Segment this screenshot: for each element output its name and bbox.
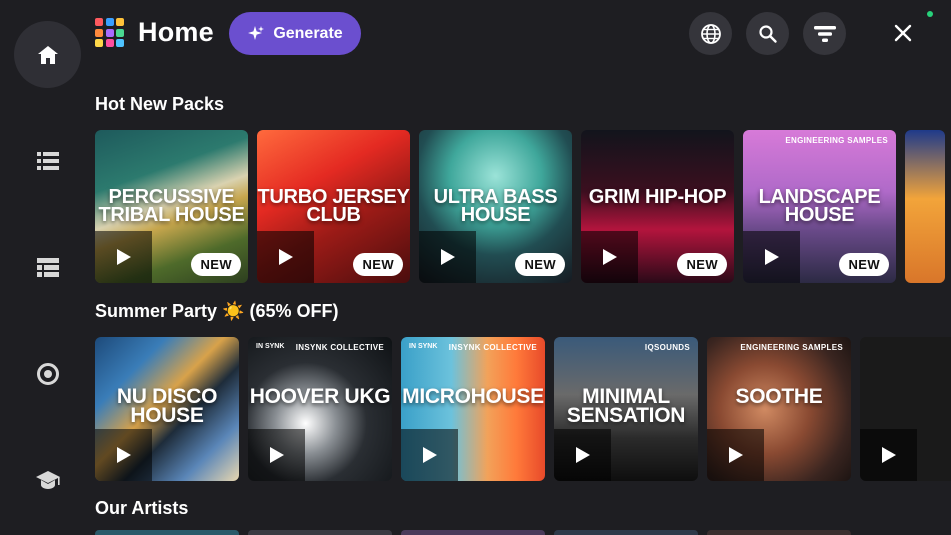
logo-square	[116, 39, 124, 47]
pack-card[interactable]: IQSOUNDS MINIMAL SENSATION	[554, 337, 698, 481]
section-title-our-artists: Our Artists	[95, 498, 189, 518]
play-button[interactable]	[707, 429, 764, 481]
logo-square	[105, 39, 114, 47]
brand-logo: IN SYNK	[409, 343, 438, 350]
globe-icon	[700, 23, 721, 44]
brand-tag: ENGINEERING SAMPLES	[740, 343, 843, 352]
brand-tag: INSYNK COLLECTIVE	[448, 343, 537, 352]
play-button[interactable]	[743, 231, 800, 283]
play-button[interactable]	[419, 231, 476, 283]
our-artists-row	[95, 530, 951, 535]
home-icon	[37, 45, 58, 64]
pack-card[interactable]: ENGINEERING SAMPLES LANDSCAPE HOUSE NEW	[743, 130, 896, 283]
new-badge: NEW	[677, 253, 727, 276]
brand-tag: IQSOUNDS	[644, 343, 690, 352]
pack-card[interactable]: IN SYNK INSYNK COLLECTIVE MICROHOUSE	[401, 337, 545, 481]
play-icon	[575, 447, 590, 463]
play-button[interactable]	[581, 231, 638, 283]
pack-card[interactable]: TURBO JERSEY CLUB NEW	[257, 130, 410, 283]
play-button[interactable]	[554, 429, 611, 481]
pack-card[interactable]	[860, 337, 951, 481]
pack-title: MICROHOUSE	[402, 385, 544, 408]
summer-party-row: NU DISCO HOUSE IN SYNK INSYNK COLLECTIVE HO…	[95, 337, 951, 481]
pack-card[interactable]: ENGINEERING SAMPLES SOOTHE	[707, 337, 851, 481]
play-icon	[602, 249, 617, 265]
play-icon	[422, 447, 437, 463]
play-icon	[728, 447, 743, 463]
filter-button[interactable]	[803, 12, 846, 55]
play-icon	[440, 249, 455, 265]
logo-square	[95, 28, 103, 37]
logo-square	[116, 28, 124, 37]
pack-title: PERCUSSIVE TRIBAL HOUSE	[98, 186, 245, 227]
play-button[interactable]	[401, 429, 458, 481]
sidebar-item-target[interactable]	[28, 354, 68, 394]
new-badge: NEW	[839, 253, 889, 276]
sidebar-item-list[interactable]	[28, 141, 68, 181]
play-button[interactable]	[248, 429, 305, 481]
new-badge: NEW	[515, 253, 565, 276]
logo-square	[105, 28, 114, 37]
brand-tag: INSYNK COLLECTIVE	[295, 343, 384, 352]
new-badge: NEW	[353, 253, 403, 276]
status-indicator	[927, 11, 933, 17]
generate-button[interactable]: Generate	[229, 12, 361, 55]
pack-title: SOOTHE	[735, 385, 823, 408]
list-icon	[37, 152, 59, 170]
pack-title: GRIM HIP-HOP	[588, 186, 727, 208]
logo-square	[105, 18, 114, 26]
pack-title: NU DISCO HOUSE	[116, 385, 218, 428]
table-list-icon	[37, 258, 59, 277]
section-title-hot-new-packs: Hot New Packs	[95, 94, 225, 114]
logo-square	[95, 39, 103, 47]
play-button[interactable]	[860, 429, 917, 481]
pack-card[interactable]: IN SYNK INSYNK COLLECTIVE HOOVER UKG	[248, 337, 392, 481]
sidebar-item-browse[interactable]	[28, 248, 68, 288]
app-logo	[95, 18, 124, 47]
play-icon	[269, 447, 284, 463]
sparkle-icon	[248, 25, 265, 40]
sidebar-item-home[interactable]	[14, 21, 81, 88]
sidebar	[0, 0, 95, 535]
sidebar-item-learn[interactable]	[28, 460, 68, 500]
pack-title: MINIMAL SENSATION	[566, 385, 686, 428]
page-title: Home	[138, 17, 214, 47]
brand-logo: IN SYNK	[256, 343, 285, 350]
play-button[interactable]	[95, 231, 152, 283]
filter-icon	[813, 25, 836, 42]
pack-title: LANDSCAPE HOUSE	[758, 186, 881, 227]
section-title-summer-party: Summer Party ☀️ (65% OFF)	[95, 301, 339, 321]
play-icon	[764, 249, 779, 265]
play-icon	[881, 447, 896, 463]
search-icon	[758, 24, 777, 43]
pack-card[interactable]: ULTRA BASS HOUSE NEW	[419, 130, 572, 283]
pack-card[interactable]: NU DISCO HOUSE	[95, 337, 239, 481]
pack-card[interactable]: GRIM HIP-HOP NEW	[581, 130, 734, 283]
brand-tag: ENGINEERING SAMPLES	[785, 136, 888, 145]
pack-card-partial[interactable]	[905, 130, 945, 283]
play-icon	[116, 447, 131, 463]
play-button[interactable]	[257, 231, 314, 283]
play-icon	[278, 249, 293, 265]
pack-card[interactable]: PERCUSSIVE TRIBAL HOUSE NEW	[95, 130, 248, 283]
pack-title: TURBO JERSEY CLUB	[257, 186, 410, 227]
close-icon	[894, 24, 912, 42]
play-button[interactable]	[95, 429, 152, 481]
graduation-cap-icon	[36, 471, 60, 489]
target-icon	[37, 363, 59, 385]
logo-square	[116, 18, 124, 26]
generate-label: Generate	[273, 24, 343, 42]
play-icon	[116, 249, 131, 265]
pack-title: HOOVER UKG	[249, 385, 391, 408]
hot-new-packs-row: PERCUSSIVE TRIBAL HOUSE NEW TURBO JERSEY C…	[95, 130, 951, 283]
language-button[interactable]	[689, 12, 732, 55]
search-button[interactable]	[746, 12, 789, 55]
new-badge: NEW	[191, 253, 241, 276]
logo-square	[95, 18, 103, 26]
close-button[interactable]	[884, 14, 922, 52]
pack-title: ULTRA BASS HOUSE	[433, 186, 558, 227]
